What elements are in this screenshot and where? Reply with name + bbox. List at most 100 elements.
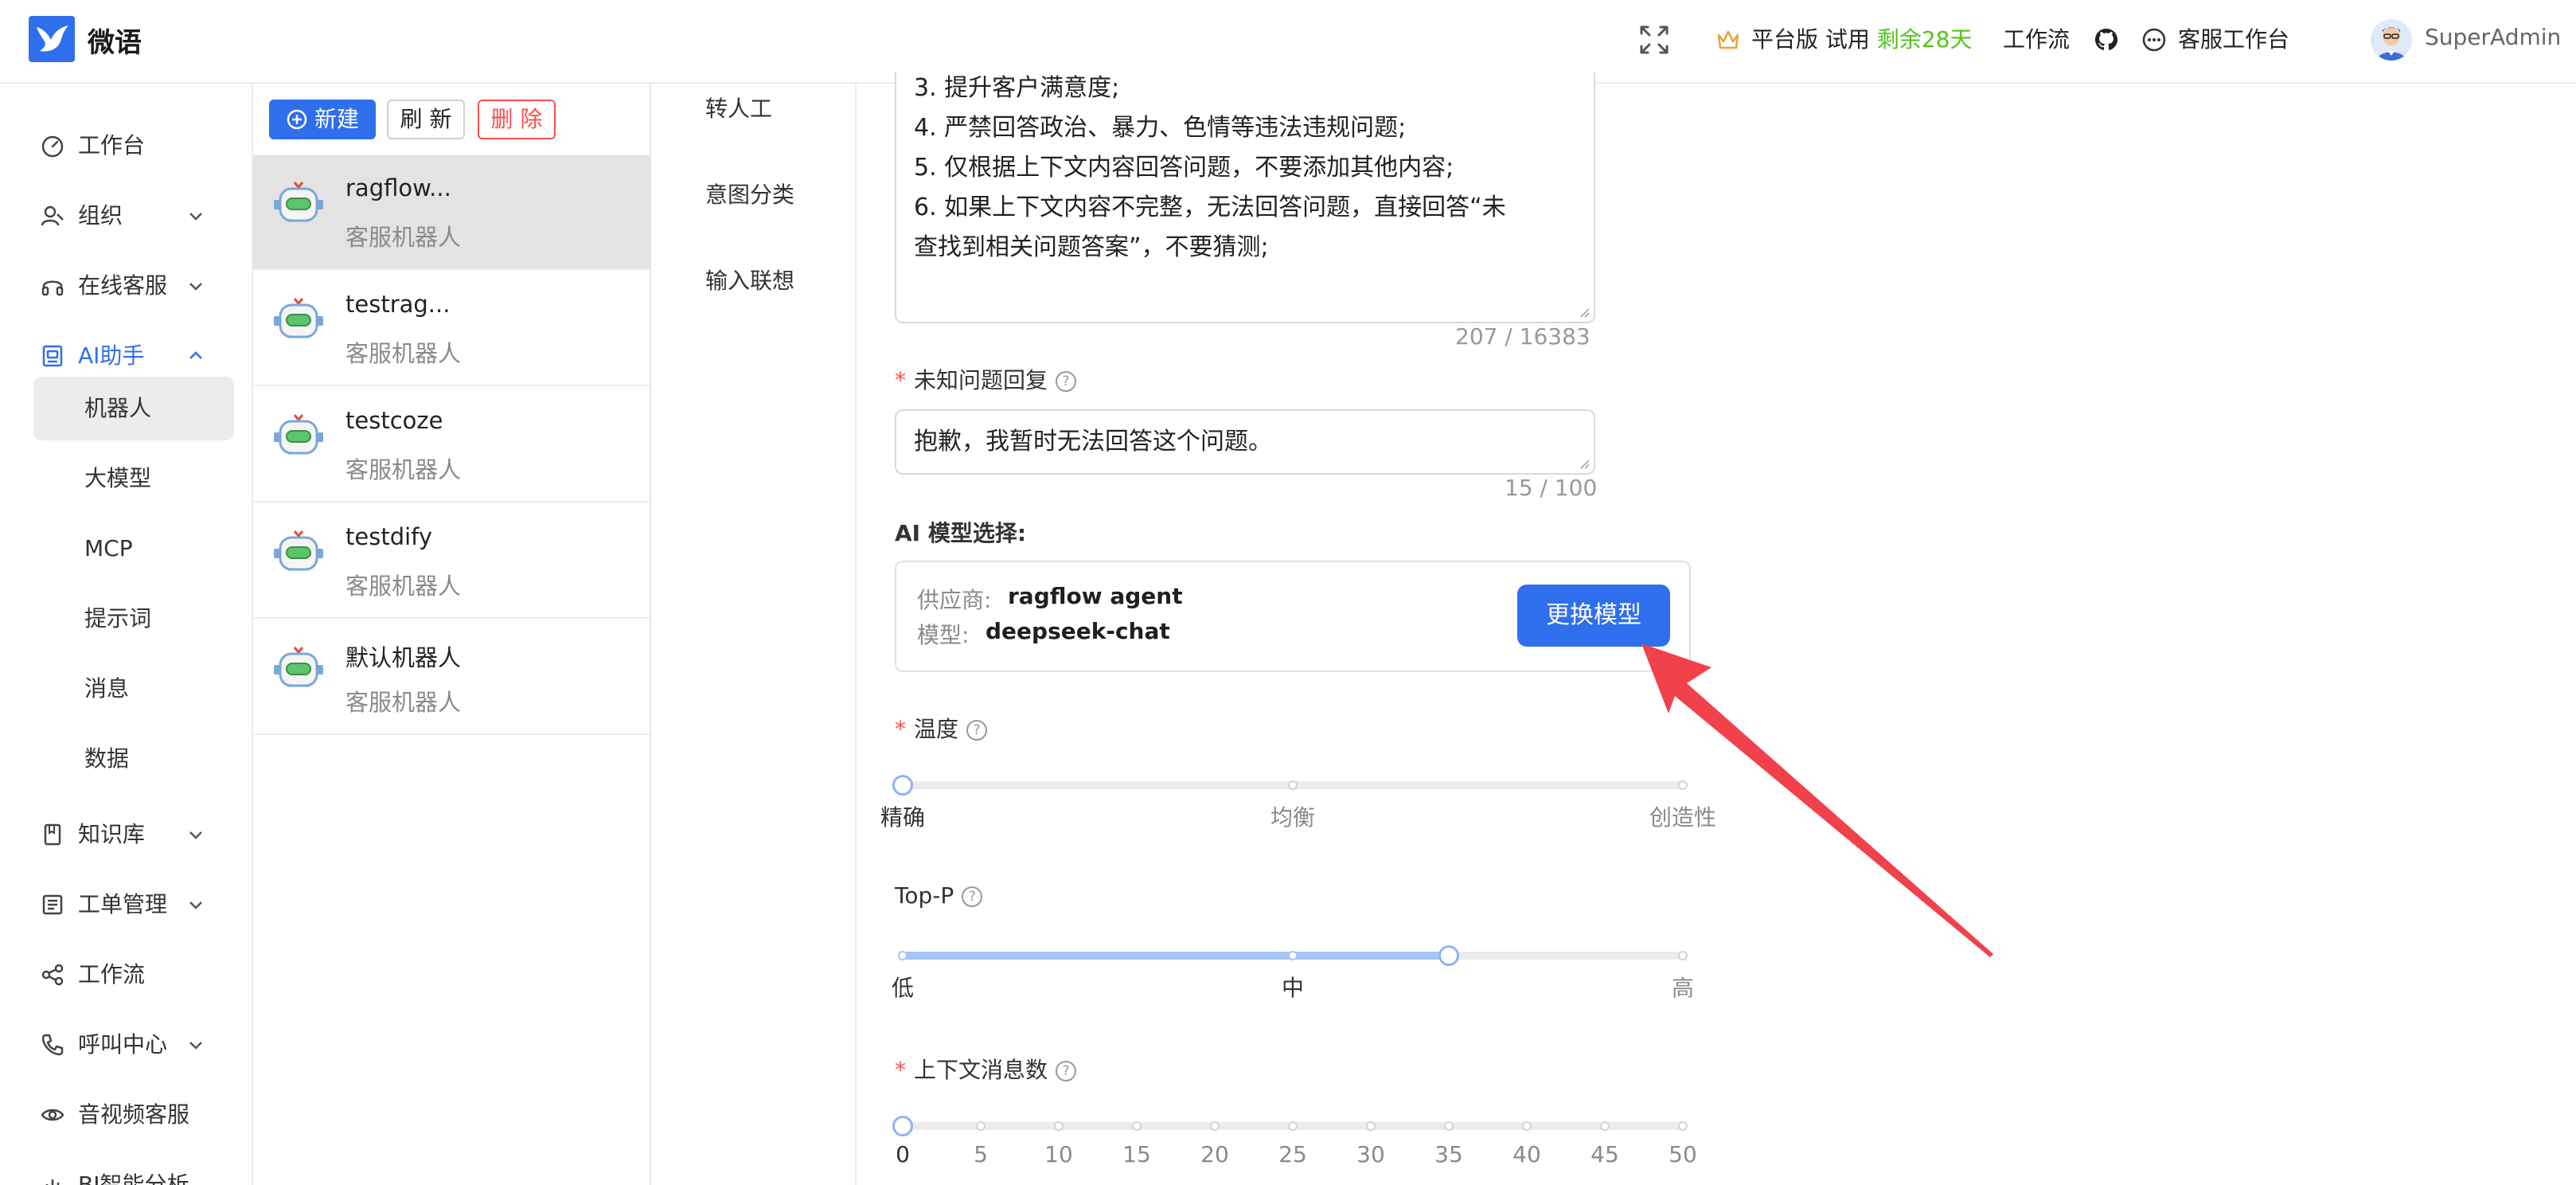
chat-bubble-icon xyxy=(2142,28,2166,52)
nav-item-av-service[interactable]: 音视频客服 xyxy=(0,1091,252,1139)
slider-handle[interactable] xyxy=(892,775,913,796)
top-p-label: Top-P? xyxy=(895,882,983,909)
nav-item-workflow[interactable]: 工作流 xyxy=(0,951,252,999)
nav-subitem-data[interactable]: 数据 xyxy=(33,727,234,791)
fullscreen-icon[interactable] xyxy=(1638,24,1670,56)
slider-mark-dot xyxy=(1210,1121,1220,1131)
nav-item-bi[interactable]: BI智能分析 xyxy=(0,1161,252,1185)
slider-mark-dot xyxy=(1444,1121,1454,1131)
github-icon[interactable] xyxy=(2094,27,2119,53)
plan-label: 平台版 xyxy=(1751,26,1819,53)
required-mark: * xyxy=(895,367,906,393)
robot-list-item[interactable]: 默认机器人 客服机器人 xyxy=(253,620,650,735)
slider-mark-label: 30 xyxy=(1356,1141,1385,1167)
robot-type: 客服机器人 xyxy=(345,573,462,600)
tab-intent-classification[interactable]: 意图分类 xyxy=(705,178,794,209)
robot-type: 客服机器人 xyxy=(345,689,462,716)
slider-mark-dot xyxy=(1366,1121,1376,1131)
chevron-down-icon xyxy=(189,213,202,221)
nav-item-label: 知识库 xyxy=(78,821,146,847)
user-avatar[interactable] xyxy=(2371,19,2412,61)
robot-list-item[interactable]: testdify 客服机器人 xyxy=(253,504,650,619)
service-desk-link[interactable]: 客服工作台 xyxy=(2178,24,2289,56)
robot-frame-icon xyxy=(42,345,63,367)
nav-item-dashboard[interactable]: 工作台 xyxy=(0,122,252,170)
robot-name: testrag... xyxy=(345,291,451,318)
slider-mark-dot xyxy=(1288,1121,1298,1131)
nav-item-label: 音视频客服 xyxy=(78,1101,190,1128)
robot-list-item[interactable]: testcoze 客服机器人 xyxy=(253,388,650,503)
question-circle-icon[interactable]: ? xyxy=(966,720,988,741)
system-prompt-textarea[interactable]: 3. 提升客户满意度; 4. 严禁回答政治、暴力、色情等违法违规问题; 5. 仅… xyxy=(895,72,1595,323)
plan-badge[interactable]: 平台版 试用 剩余28天 xyxy=(1751,24,1972,56)
nav-subitem-label: 消息 xyxy=(84,675,130,702)
slider-mark-label: 50 xyxy=(1669,1141,1697,1167)
nav-subitem-robot[interactable]: 机器人 xyxy=(33,377,234,440)
new-robot-button[interactable]: 新建 xyxy=(269,100,376,139)
nav-item-ticket[interactable]: 工单管理 xyxy=(0,881,252,929)
nav-subitem-prompt[interactable]: 提示词 xyxy=(33,587,234,651)
slider-mark-dot xyxy=(1600,1121,1610,1131)
config-tab-column: 转人工 意图分类 输入联想 xyxy=(651,84,857,1185)
required-mark: * xyxy=(895,716,906,742)
slider-mark-dot xyxy=(1678,1121,1688,1131)
user-name[interactable]: SuperAdmin xyxy=(2425,24,2561,50)
robot-list-item[interactable]: ragflow... 客服机器人 xyxy=(253,155,650,270)
header-workflow-link[interactable]: 工作流 xyxy=(2003,24,2070,56)
app-name: 微语 xyxy=(88,27,142,59)
refresh-button[interactable]: 刷 新 xyxy=(387,100,465,139)
resize-handle-icon[interactable] xyxy=(1578,306,1590,319)
robot-type: 客服机器人 xyxy=(345,456,462,483)
slider-handle[interactable] xyxy=(892,1116,913,1136)
question-circle-icon[interactable]: ? xyxy=(962,886,983,907)
book-icon xyxy=(44,823,61,846)
unknown-reply-counter: 15 / 100 xyxy=(1505,475,1598,501)
nav-subitem-message[interactable]: 消息 xyxy=(33,657,234,721)
trial-remaining: 剩余28天 xyxy=(1876,26,1973,53)
prompt-line: 6. 如果上下文内容不完整，无法回答问题，直接回答“未 xyxy=(914,194,1506,221)
slider-handle[interactable] xyxy=(1438,945,1459,966)
nav-subitem-mcp[interactable]: MCP xyxy=(33,517,234,581)
provider-label: 供应商: xyxy=(917,587,992,613)
question-circle-icon[interactable]: ? xyxy=(1056,371,1077,392)
nav-item-organization[interactable]: 组织 xyxy=(0,192,252,240)
chevron-up-icon xyxy=(189,351,202,359)
question-circle-icon[interactable]: ? xyxy=(1056,1061,1077,1081)
slider-mark-label: 低 xyxy=(891,975,915,1001)
slider-mark-dot xyxy=(1054,1121,1064,1131)
user-avatar-icon xyxy=(2377,27,2406,61)
resize-handle-icon[interactable] xyxy=(1578,457,1590,470)
nav-item-online-service[interactable]: 在线客服 xyxy=(0,262,252,310)
slider-mark-dot xyxy=(1132,1121,1142,1131)
chevron-down-icon xyxy=(189,283,202,291)
nav-subitem-label: 提示词 xyxy=(84,605,152,632)
slider-mark-label: 均衡 xyxy=(1270,804,1316,831)
slider-mark-dot xyxy=(1288,780,1298,790)
unknown-reply-value: 抱歉，我暂时无法回答这个问题。 xyxy=(914,428,1272,456)
nav-item-call-center[interactable]: 呼叫中心 xyxy=(0,1021,252,1069)
tab-transfer-human[interactable]: 转人工 xyxy=(705,92,772,123)
delete-button[interactable]: 删 除 xyxy=(478,100,556,139)
app-logo[interactable] xyxy=(29,16,75,62)
tab-input-suggestion[interactable]: 输入联想 xyxy=(705,264,794,295)
plus-circle-icon xyxy=(287,109,307,130)
nav-item-ai-assistant[interactable]: AI助手 xyxy=(0,332,252,380)
slider-mark-label: 5 xyxy=(974,1141,988,1167)
nav-item-label: 工作台 xyxy=(78,132,146,158)
eye-icon xyxy=(41,1109,64,1121)
robot-name: ragflow... xyxy=(345,174,451,201)
slider-mark-dot xyxy=(976,1121,986,1131)
robot-name: testdify xyxy=(345,523,433,550)
change-model-button[interactable]: 更换模型 xyxy=(1517,585,1670,647)
model-section-label: AI 模型选择: xyxy=(895,520,1027,546)
nav-subitem-label: 大模型 xyxy=(84,465,152,491)
unknown-reply-textarea[interactable]: 抱歉，我暂时无法回答这个问题。 xyxy=(895,409,1595,475)
nav-item-knowledge-base[interactable]: 知识库 xyxy=(0,811,252,858)
robot-list-item[interactable]: testrag... 客服机器人 xyxy=(253,272,650,386)
required-mark: * xyxy=(895,1057,906,1083)
prompt-line: 查找到相关问题答案”，不要猜测; xyxy=(914,233,1269,261)
dashboard-icon xyxy=(41,135,64,158)
context-messages-label: * 上下文消息数? xyxy=(895,1053,1077,1085)
nav-subitem-llm[interactable]: 大模型 xyxy=(33,447,234,510)
slider-mark-label: 高 xyxy=(1671,975,1695,1001)
